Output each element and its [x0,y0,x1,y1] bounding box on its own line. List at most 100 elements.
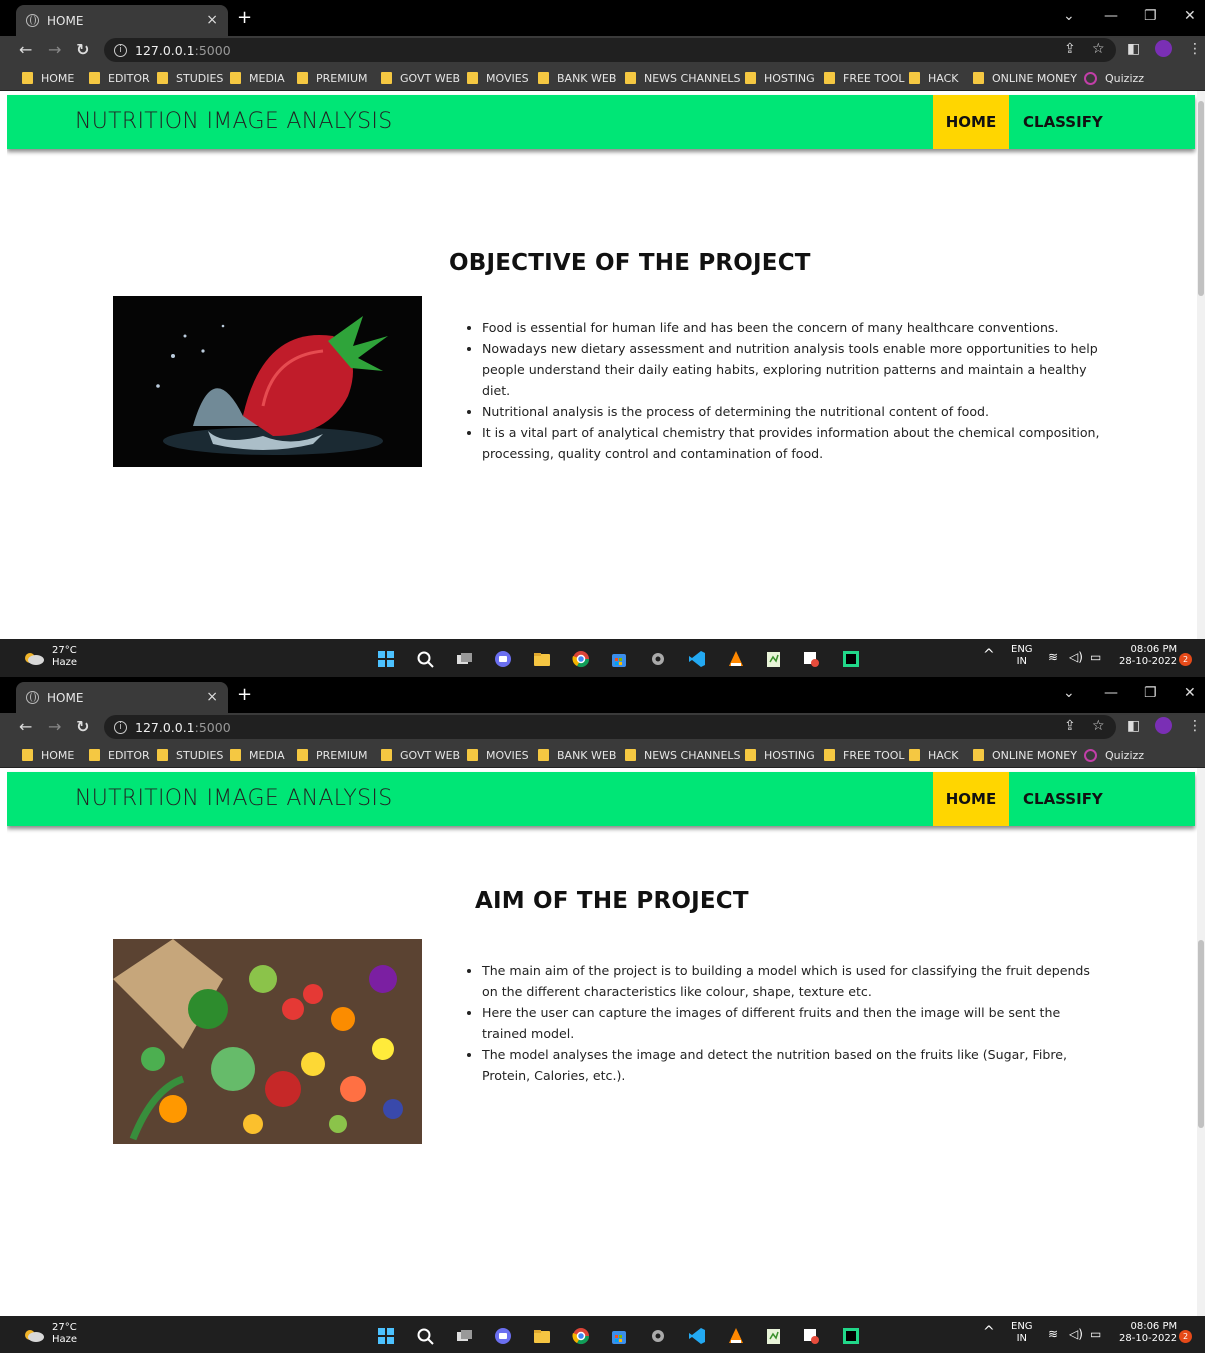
page-scrollbar[interactable] [1197,91,1205,639]
language-indicator[interactable]: ENG IN [1011,1321,1033,1345]
site-info-icon[interactable]: i [114,43,127,57]
vlc-icon[interactable] [727,1327,745,1345]
snipping-tool-icon[interactable] [802,1327,820,1345]
notification-badge[interactable]: 2 [1179,653,1192,666]
tray-overflow-icon[interactable]: ^ [983,648,995,662]
tray-overflow-icon[interactable]: ^ [983,1325,995,1339]
site-info-icon[interactable]: i [114,720,127,734]
bookmark-item[interactable]: MEDIA [230,70,285,86]
minimize-icon[interactable]: — [1104,8,1118,24]
wifi-icon[interactable]: ≋ [1048,651,1058,663]
battery-icon[interactable]: ▭ [1090,1328,1101,1340]
vscode-icon[interactable] [688,650,706,668]
bookmark-item[interactable]: HOME [22,747,74,763]
new-tab-button[interactable]: + [237,7,252,28]
scrollbar-thumb[interactable] [1198,940,1204,1128]
weather-widget[interactable]: 27°C Haze [52,645,77,669]
site-brand[interactable]: NUTRITION IMAGE ANALYSIS [75,786,393,811]
tab-close-icon[interactable]: × [206,689,218,705]
bookmark-item[interactable]: NEWS CHANNELS [625,747,741,763]
store-icon[interactable] [610,650,628,668]
bookmark-item[interactable]: STUDIES [157,70,223,86]
profile-avatar-icon[interactable] [1155,717,1172,734]
browser-tab[interactable]: HOME × [16,682,228,713]
vscode-icon[interactable] [688,1327,706,1345]
address-bar[interactable]: i 127.0.0.1:5000 [104,38,1116,62]
bookmark-item[interactable]: FREE TOOL [824,70,905,86]
nav-classify-link[interactable]: CLASSIFY [1017,95,1109,149]
settings-icon[interactable] [649,650,667,668]
bookmark-item[interactable]: BANK WEB [538,70,616,86]
weather-haze-icon[interactable] [23,1328,45,1342]
search-icon[interactable] [416,650,434,668]
bookmark-item[interactable]: NEWS CHANNELS [625,70,741,86]
bookmark-item[interactable]: EDITOR [89,747,150,763]
minimize-icon[interactable]: — [1104,685,1118,701]
tab-search-icon[interactable]: ⌄ [1063,685,1075,701]
close-window-icon[interactable]: ✕ [1184,685,1196,701]
bookmark-item[interactable]: BANK WEB [538,747,616,763]
settings-icon[interactable] [649,1327,667,1345]
reload-icon[interactable]: ↻ [76,40,89,59]
file-explorer-icon[interactable] [533,650,551,668]
bookmark-item[interactable]: MOVIES [467,747,529,763]
bookmark-item[interactable]: MOVIES [467,70,529,86]
address-bar[interactable]: i 127.0.0.1:5000 [104,715,1116,739]
task-view-icon[interactable] [455,650,473,668]
nav-home-link[interactable]: HOME [933,772,1009,826]
side-panel-icon[interactable]: ◧ [1127,41,1140,57]
share-icon[interactable]: ⇪ [1064,41,1076,57]
bookmark-item[interactable]: HOSTING [745,747,815,763]
restore-icon[interactable]: ❐ [1144,8,1157,24]
bookmark-item[interactable]: GOVT WEB [381,747,460,763]
back-icon[interactable]: ← [19,40,32,59]
nav-classify-link[interactable]: CLASSIFY [1017,772,1109,826]
bookmark-star-icon[interactable]: ☆ [1092,718,1105,734]
menu-kebab-icon[interactable]: ⋮ [1188,41,1202,57]
snipping-tool-icon[interactable] [802,650,820,668]
bookmark-item[interactable]: STUDIES [157,747,223,763]
windows-start-icon[interactable] [377,1327,395,1345]
pycharm-icon[interactable] [842,650,860,668]
bookmark-item[interactable]: FREE TOOL [824,747,905,763]
clock[interactable]: 08:06 PM 28-10-2022 [1119,644,1177,668]
tab-search-icon[interactable]: ⌄ [1063,8,1075,24]
bookmark-item[interactable]: PREMIUM [297,747,368,763]
back-icon[interactable]: ← [19,717,32,736]
wifi-icon[interactable]: ≋ [1048,1328,1058,1340]
bookmark-item[interactable]: ONLINE MONEY [973,70,1077,86]
bookmark-item[interactable]: HOME [22,70,74,86]
vlc-icon[interactable] [727,650,745,668]
bookmark-item[interactable]: MEDIA [230,747,285,763]
share-icon[interactable]: ⇪ [1064,718,1076,734]
windows-start-icon[interactable] [377,650,395,668]
weather-haze-icon[interactable] [23,651,45,665]
browser-tab[interactable]: HOME × [16,5,228,36]
teams-chat-icon[interactable] [494,1327,512,1345]
bookmark-item[interactable]: Quizizz [1084,747,1144,763]
forward-icon[interactable]: → [48,40,61,59]
search-icon[interactable] [416,1327,434,1345]
clock[interactable]: 08:06 PM 28-10-2022 [1119,1321,1177,1345]
tab-close-icon[interactable]: × [206,12,218,28]
notification-badge[interactable]: 2 [1179,1330,1192,1343]
language-indicator[interactable]: ENG IN [1011,644,1033,668]
restore-icon[interactable]: ❐ [1144,685,1157,701]
weather-widget[interactable]: 27°C Haze [52,1322,77,1346]
file-explorer-icon[interactable] [533,1327,551,1345]
page-scrollbar[interactable] [1197,768,1205,1316]
close-window-icon[interactable]: ✕ [1184,8,1196,24]
menu-kebab-icon[interactable]: ⋮ [1188,718,1202,734]
pycharm-icon[interactable] [842,1327,860,1345]
volume-icon[interactable]: ◁) [1069,1328,1083,1340]
bookmark-item[interactable]: Quizizz [1084,70,1144,86]
teams-chat-icon[interactable] [494,650,512,668]
bookmark-item[interactable]: PREMIUM [297,70,368,86]
store-icon[interactable] [610,1327,628,1345]
notepad-icon[interactable] [764,650,782,668]
forward-icon[interactable]: → [48,717,61,736]
profile-avatar-icon[interactable] [1155,40,1172,57]
chrome-icon[interactable] [572,1327,590,1345]
nav-home-link[interactable]: HOME [933,95,1009,149]
bookmark-star-icon[interactable]: ☆ [1092,41,1105,57]
